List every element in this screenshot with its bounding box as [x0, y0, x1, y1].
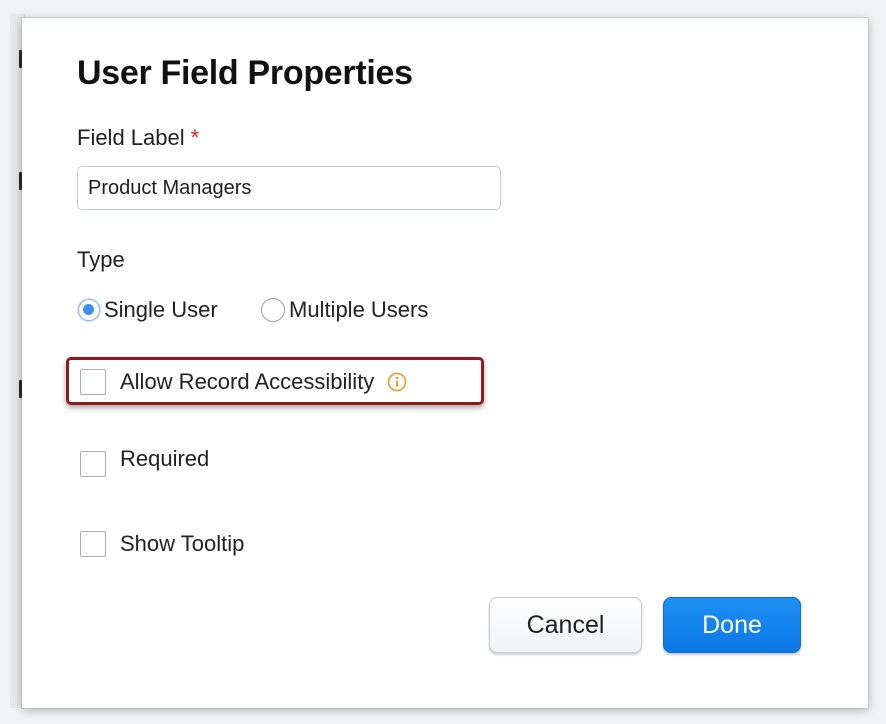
screenshot-frame: User Field Properties Field Label* Type … [0, 0, 886, 724]
field-label-heading: Field Label * [77, 125, 199, 151]
radio-single-user[interactable]: Single User [78, 297, 218, 323]
show-tooltip-checkbox[interactable] [80, 531, 106, 557]
required-marker: * [190, 125, 200, 150]
allow-record-accessibility-option[interactable]: Allow Record Accessibility [80, 369, 407, 395]
allow-record-accessibility-label: Allow Record Accessibility [120, 369, 375, 394]
type-heading: Type [77, 247, 125, 272]
radio-multiple-users[interactable]: Multiple Users [261, 297, 428, 323]
required-checkbox[interactable] [80, 451, 106, 477]
done-button[interactable]: Done [663, 597, 801, 653]
field-label-text: Field Label [77, 125, 185, 150]
user-field-properties-dialog: User Field Properties Field Label* Type … [22, 18, 868, 708]
multiple-users-radio-button[interactable] [261, 298, 285, 322]
dialog-title: User Field Properties [77, 54, 413, 92]
cancel-button[interactable]: Cancel [489, 597, 642, 653]
multiple-users-label: Multiple Users [289, 297, 429, 322]
allow-record-accessibility-checkbox[interactable] [80, 369, 106, 395]
field-label-input[interactable] [77, 166, 501, 210]
info-icon[interactable] [387, 372, 407, 392]
single-user-label: Single User [104, 297, 218, 322]
required-option[interactable]: Required [80, 446, 209, 477]
show-tooltip-option[interactable]: Show Tooltip [80, 531, 244, 557]
show-tooltip-label: Show Tooltip [120, 531, 245, 556]
required-label: Required [120, 446, 210, 471]
single-user-radio-button[interactable] [78, 299, 100, 321]
